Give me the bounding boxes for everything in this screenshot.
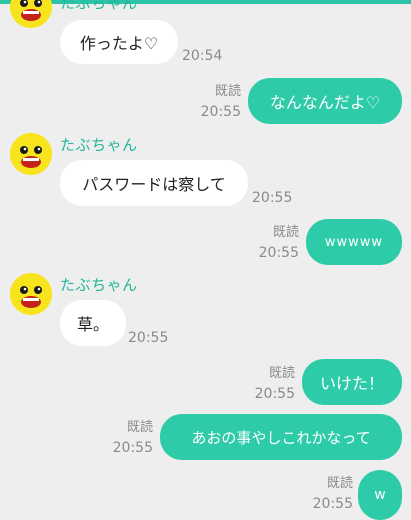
message-time: 20:54 — [182, 48, 223, 64]
read-receipt: 既読 — [268, 366, 295, 381]
sender-name: たぶちゃん — [60, 136, 138, 154]
sender-avatar[interactable] — [10, 133, 52, 175]
message-time: 20:55 — [128, 330, 169, 346]
sender-name: たぶちゃん — [60, 0, 138, 12]
read-receipt: 既読 — [214, 84, 241, 99]
yellow-character-avatar-icon — [10, 0, 52, 28]
message-bubble-outgoing[interactable]: wwwww — [306, 219, 402, 265]
message-bubble[interactable]: 作ったよ♡ — [60, 20, 178, 64]
message-bubble-outgoing[interactable]: w — [358, 470, 402, 520]
message-bubble[interactable]: パスワードは察して — [60, 160, 248, 206]
message-bubble[interactable]: 草。 — [60, 300, 126, 346]
read-receipt: 既読 — [126, 420, 153, 435]
message-time: 20:55 — [112, 440, 153, 456]
message-time: 20:55 — [252, 190, 293, 206]
message-bubble-outgoing[interactable]: あおの事やしこれかなって — [160, 414, 402, 460]
yellow-character-avatar-icon — [10, 273, 52, 315]
read-receipt: 既読 — [326, 476, 353, 491]
message-bubble-outgoing[interactable]: なんなんだよ♡ — [248, 78, 402, 124]
message-bubble-outgoing[interactable]: いけた！ — [302, 359, 402, 405]
message-time: 20:55 — [200, 104, 241, 120]
sender-avatar[interactable] — [10, 273, 52, 315]
yellow-character-avatar-icon — [10, 133, 52, 175]
read-receipt: 既読 — [272, 225, 299, 240]
sender-avatar[interactable] — [10, 0, 52, 28]
sender-name: たぶちゃん — [60, 276, 138, 294]
message-time: 20:55 — [254, 386, 295, 402]
message-time: 20:55 — [312, 496, 353, 512]
message-time: 20:55 — [258, 245, 299, 261]
